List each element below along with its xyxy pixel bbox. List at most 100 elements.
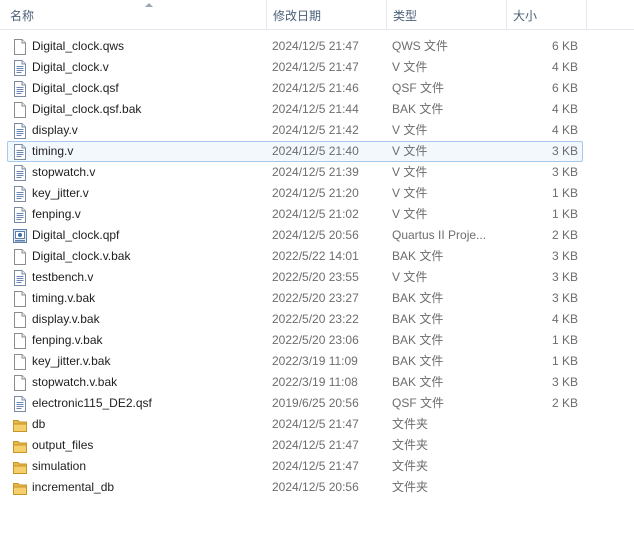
file-date-modified: 2022/5/22 14:01	[272, 249, 359, 263]
file-name: timing.v	[32, 144, 74, 158]
file-date-modified: 2022/3/19 11:09	[272, 354, 358, 368]
file-row[interactable]: stopwatch.v.bak 2022/3/19 11:08 BAK 文件 3 KB	[0, 372, 634, 393]
blank-file-icon	[13, 333, 27, 349]
file-name: key_jitter.v.bak	[32, 354, 111, 368]
file-row[interactable]: Digital_clock.v.bak 2022/5/22 14:01 BAK 文件…	[0, 246, 634, 267]
file-size: 3 KB	[551, 144, 578, 158]
column-header-filler	[586, 0, 634, 29]
file-row[interactable]: Digital_clock.v 2024/12/5 21:47 V 文件 4 KB	[0, 57, 634, 78]
file-type: BAK 文件	[392, 375, 444, 389]
text-file-icon	[13, 270, 27, 286]
file-size: 3 KB	[551, 291, 578, 305]
file-row[interactable]: timing.v.bak 2022/5/20 23:27 BAK 文件 3 KB	[0, 288, 634, 309]
file-size: 3 KB	[551, 249, 578, 263]
file-name: output_files	[32, 438, 94, 452]
file-date-modified: 2024/12/5 21:40	[272, 144, 359, 158]
file-row[interactable]: Digital_clock.qsf.bak 2024/12/5 21:44 BAK …	[0, 99, 634, 120]
file-row[interactable]: fenping.v.bak 2022/5/20 23:06 BAK 文件 1 KB	[0, 330, 634, 351]
file-row[interactable]: Digital_clock.qws 2024/12/5 21:47 QWS 文件 6 …	[0, 36, 634, 57]
file-size: 1 KB	[551, 354, 578, 368]
file-name: display.v.bak	[32, 312, 100, 326]
file-row[interactable]: Digital_clock.qpf 2024/12/5 20:56 Quartus …	[0, 225, 634, 246]
file-size: 2 KB	[551, 396, 578, 410]
file-type: V 文件	[392, 165, 428, 179]
file-row[interactable]: key_jitter.v.bak 2022/3/19 11:09 BAK 文件 1 K…	[0, 351, 634, 372]
file-date-modified: 2024/12/5 21:47	[272, 417, 359, 431]
file-name: timing.v.bak	[32, 291, 96, 305]
file-size: 4 KB	[551, 312, 578, 326]
blank-file-icon	[13, 354, 27, 370]
file-name: electronic115_DE2.qsf	[32, 396, 152, 410]
file-row[interactable]: db 2024/12/5 21:47 文件夹	[0, 414, 634, 435]
file-type: V 文件	[392, 186, 428, 200]
file-row[interactable]: key_jitter.v 2024/12/5 21:20 V 文件 1 KB	[0, 183, 634, 204]
file-size: 3 KB	[551, 375, 578, 389]
file-name: Digital_clock.qpf	[32, 228, 120, 242]
file-name: stopwatch.v	[32, 165, 96, 179]
file-date-modified: 2024/12/5 21:47	[272, 459, 359, 473]
file-date-modified: 2024/12/5 21:42	[272, 123, 359, 137]
file-date-modified: 2024/12/5 21:47	[272, 39, 359, 53]
file-date-modified: 2022/5/20 23:55	[272, 270, 359, 284]
file-row[interactable]: Digital_clock.qsf 2024/12/5 21:46 QSF 文件 6 …	[0, 78, 634, 99]
file-size: 6 KB	[551, 81, 578, 95]
file-name: simulation	[32, 459, 87, 473]
text-file-icon	[13, 207, 27, 223]
file-date-modified: 2024/12/5 20:56	[272, 480, 359, 494]
file-date-modified: 2022/5/20 23:06	[272, 333, 359, 347]
file-row[interactable]: output_files 2024/12/5 21:47 文件夹	[0, 435, 634, 456]
file-date-modified: 2024/12/5 21:20	[272, 186, 359, 200]
file-list: Digital_clock.qws 2024/12/5 21:47 QWS 文件 6 …	[0, 36, 634, 498]
file-date-modified: 2019/6/25 20:56	[272, 396, 359, 410]
file-row[interactable]: stopwatch.v 2024/12/5 21:39 V 文件 3 KB	[0, 162, 634, 183]
column-header-name[interactable]: 名称	[4, 0, 266, 29]
file-size: 1 KB	[551, 207, 578, 221]
blank-file-icon	[13, 375, 27, 391]
file-date-modified: 2024/12/5 21:39	[272, 165, 359, 179]
file-name: fenping.v.bak	[32, 333, 103, 347]
column-header-date[interactable]: 修改日期	[266, 0, 386, 29]
column-header-type[interactable]: 类型	[386, 0, 506, 29]
file-name: Digital_clock.qws	[32, 39, 125, 53]
file-type: QWS 文件	[392, 39, 448, 53]
file-name: testbench.v	[32, 270, 94, 284]
file-type: V 文件	[392, 144, 428, 158]
file-row[interactable]: testbench.v 2022/5/20 23:55 V 文件 3 KB	[0, 267, 634, 288]
file-row[interactable]: display.v.bak 2022/5/20 23:22 BAK 文件 4 KB	[0, 309, 634, 330]
file-type: V 文件	[392, 207, 428, 221]
file-date-modified: 2024/12/5 21:02	[272, 207, 359, 221]
sort-ascending-icon	[145, 3, 153, 7]
file-row[interactable]: electronic115_DE2.qsf 2019/6/25 20:56 QSF …	[0, 393, 634, 414]
file-date-modified: 2024/12/5 21:47	[272, 60, 359, 74]
file-row[interactable]: fenping.v 2024/12/5 21:02 V 文件 1 KB	[0, 204, 634, 225]
file-row[interactable]: display.v 2024/12/5 21:42 V 文件 4 KB	[0, 120, 634, 141]
file-type: BAK 文件	[392, 249, 444, 263]
file-row[interactable]: timing.v 2024/12/5 21:40 V 文件 3 KB	[0, 141, 634, 162]
file-type: Quartus II Proje...	[392, 228, 487, 242]
file-type: BAK 文件	[392, 354, 444, 368]
blank-file-icon	[13, 291, 27, 307]
text-file-icon	[13, 186, 27, 202]
folder-icon	[13, 438, 27, 454]
file-date-modified: 2024/12/5 20:56	[272, 228, 359, 242]
file-type: 文件夹	[392, 459, 429, 473]
file-row[interactable]: simulation 2024/12/5 21:47 文件夹	[0, 456, 634, 477]
file-type: QSF 文件	[392, 396, 445, 410]
file-size: 4 KB	[551, 102, 578, 116]
file-type: BAK 文件	[392, 333, 444, 347]
blank-file-icon	[13, 39, 27, 55]
text-file-icon	[13, 144, 27, 160]
file-type: V 文件	[392, 60, 428, 74]
folder-icon	[13, 459, 27, 475]
file-type: BAK 文件	[392, 291, 444, 305]
file-size: 2 KB	[551, 228, 578, 242]
file-row[interactable]: incremental_db 2024/12/5 20:56 文件夹	[0, 477, 634, 498]
file-name: stopwatch.v.bak	[32, 375, 118, 389]
column-header-size[interactable]: 大小	[506, 0, 586, 29]
file-type: 文件夹	[392, 417, 429, 431]
file-date-modified: 2024/12/5 21:47	[272, 438, 359, 452]
file-size: 6 KB	[551, 39, 578, 53]
file-name: Digital_clock.qsf	[32, 81, 119, 95]
file-name: key_jitter.v	[32, 186, 89, 200]
file-name: db	[32, 417, 46, 431]
